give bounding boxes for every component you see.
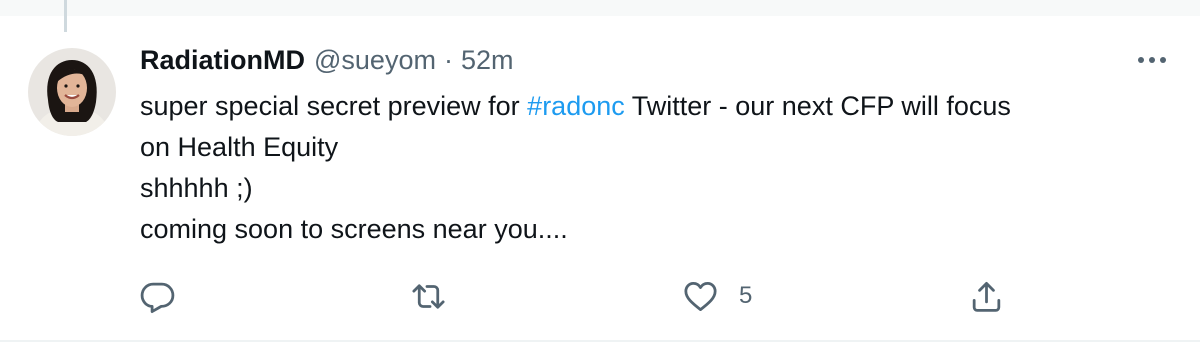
display-name[interactable]: RadiationMD (140, 42, 305, 78)
tweet-text-line: coming soon to screens near you.... (140, 214, 568, 244)
tweet-text: super special secret preview for #radonc… (140, 86, 1160, 250)
thread-connector-line (64, 0, 67, 32)
hashtag-link[interactable]: #radonc (527, 91, 625, 121)
tweet-text-line: super special secret preview for #radonc… (140, 86, 1160, 127)
text-segment: Twitter - our next CFP will focus (624, 91, 1011, 121)
share-icon (972, 281, 1001, 312)
heart-icon (684, 281, 717, 311)
share-button[interactable] (968, 268, 1005, 324)
tweet-text-line: on Health Equity (140, 132, 339, 162)
reply-button[interactable] (139, 268, 176, 324)
avatar-image (28, 48, 116, 136)
text-segment: super special secret preview for (140, 91, 528, 121)
timestamp[interactable]: 52m (461, 42, 514, 78)
retweet-button[interactable] (410, 268, 447, 324)
tweet-header: RadiationMD @sueyom · 52m (140, 42, 513, 78)
tweet-actions: 5 (0, 268, 1200, 324)
avatar[interactable] (28, 48, 116, 136)
like-count: 5 (739, 282, 753, 309)
more-options-button[interactable] (1134, 46, 1170, 74)
tweet-text-line: shhhhh ;) (140, 173, 253, 203)
like-button[interactable]: 5 (682, 268, 752, 324)
user-handle[interactable]: @sueyom (314, 42, 436, 78)
retweet-icon (412, 283, 445, 309)
reply-icon (140, 282, 175, 313)
more-dots-icon (1138, 57, 1166, 63)
separator-dot: · (443, 45, 453, 75)
previous-tweet-area (0, 0, 1200, 16)
